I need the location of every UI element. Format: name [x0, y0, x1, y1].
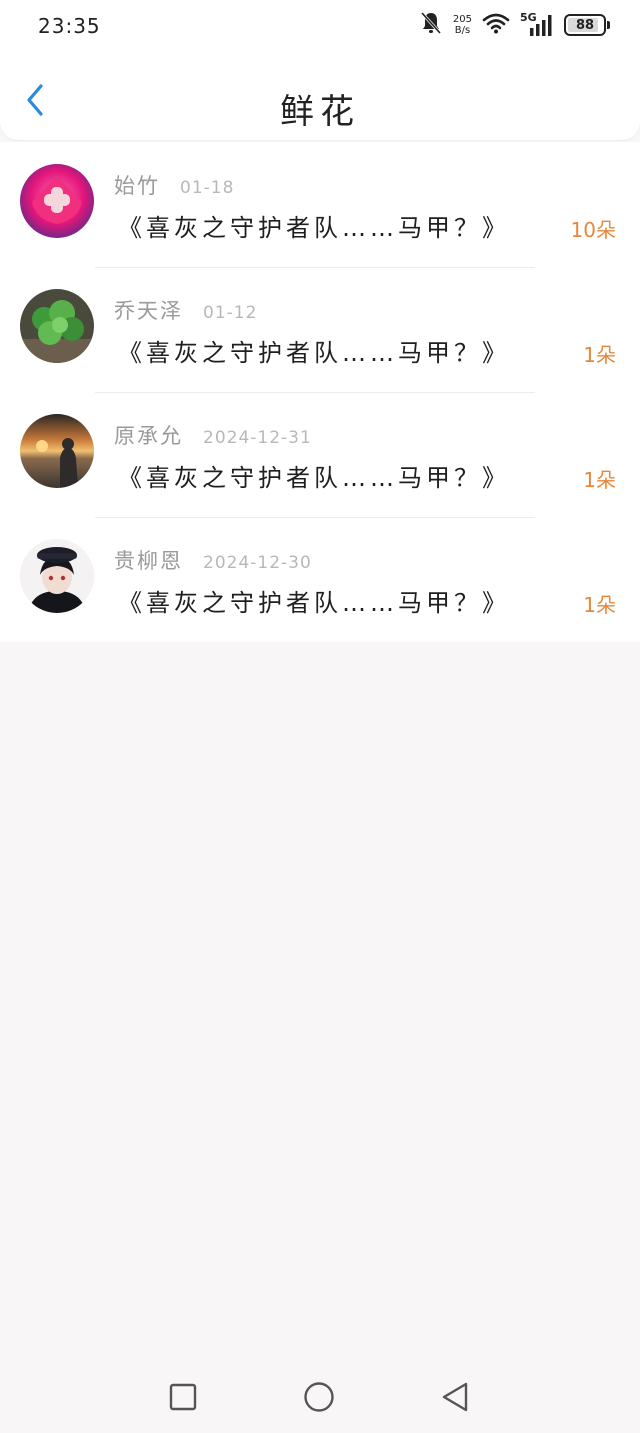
user-line: 贵柳恩 2024-12-30 [114, 545, 312, 575]
app-header: 鲜花 [0, 56, 640, 140]
send-date: 2024-12-31 [203, 428, 312, 448]
flowers-screen: 23:35 205 B/s 5G 88 鲜花 始竹 01-18 《喜灰之守护者队… [0, 0, 640, 1433]
user-line: 乔天泽 01-12 [114, 295, 257, 325]
status-icons: 205 B/s 5G 88 [419, 10, 610, 40]
work-title[interactable]: 《喜灰之守护者队……马甲？》 [118, 458, 510, 493]
home-button[interactable] [303, 1381, 335, 1417]
work-title[interactable]: 《喜灰之守护者队……马甲？》 [118, 208, 510, 243]
username[interactable]: 始竹 [114, 170, 160, 200]
username[interactable]: 贵柳恩 [114, 545, 183, 575]
page-title: 鲜花 [280, 92, 360, 132]
system-nav-bar [0, 1361, 640, 1433]
flower-count: 1朵 [583, 468, 616, 492]
send-date: 2024-12-30 [203, 553, 312, 573]
work-title[interactable]: 《喜灰之守护者队……马甲？》 [118, 583, 510, 618]
avatar[interactable] [20, 164, 94, 238]
list-item[interactable]: 乔天泽 01-12 《喜灰之守护者队……马甲？》 1朵 [0, 267, 640, 392]
cellular-signal-icon: 5G [520, 11, 554, 37]
recent-apps-icon [169, 1383, 197, 1415]
username[interactable]: 原承允 [114, 420, 183, 450]
flower-count: 1朵 [583, 343, 616, 367]
wifi-icon [482, 12, 510, 38]
flower-record-list: 始竹 01-18 《喜灰之守护者队……马甲？》 10朵 乔天泽 01-12 《喜… [0, 142, 640, 642]
work-title[interactable]: 《喜灰之守护者队……马甲？》 [118, 333, 510, 368]
status-time: 23:35 [38, 14, 101, 38]
list-item[interactable]: 始竹 01-18 《喜灰之守护者队……马甲？》 10朵 [0, 142, 640, 267]
avatar[interactable] [20, 289, 94, 363]
home-icon [303, 1381, 335, 1417]
username[interactable]: 乔天泽 [114, 295, 183, 325]
user-line: 原承允 2024-12-31 [114, 420, 312, 450]
flower-count: 1朵 [583, 593, 616, 617]
status-bar: 23:35 205 B/s 5G 88 [0, 0, 640, 56]
send-date: 01-18 [180, 178, 235, 198]
avatar[interactable] [20, 539, 94, 613]
battery-icon: 88 [564, 14, 610, 36]
back-nav-button[interactable] [439, 1381, 471, 1417]
network-speed: 205 B/s [452, 14, 472, 36]
list-item[interactable]: 贵柳恩 2024-12-30 《喜灰之守护者队……马甲？》 1朵 [0, 517, 640, 642]
send-date: 01-12 [203, 303, 258, 323]
list-item[interactable]: 原承允 2024-12-31 《喜灰之守护者队……马甲？》 1朵 [0, 392, 640, 517]
recent-apps-button[interactable] [167, 1383, 199, 1415]
user-line: 始竹 01-18 [114, 170, 234, 200]
back-triangle-icon [440, 1381, 470, 1417]
flower-count: 10朵 [570, 218, 616, 242]
notifications-muted-icon [419, 10, 443, 40]
avatar[interactable] [20, 414, 94, 488]
battery-level: 88 [575, 17, 595, 33]
